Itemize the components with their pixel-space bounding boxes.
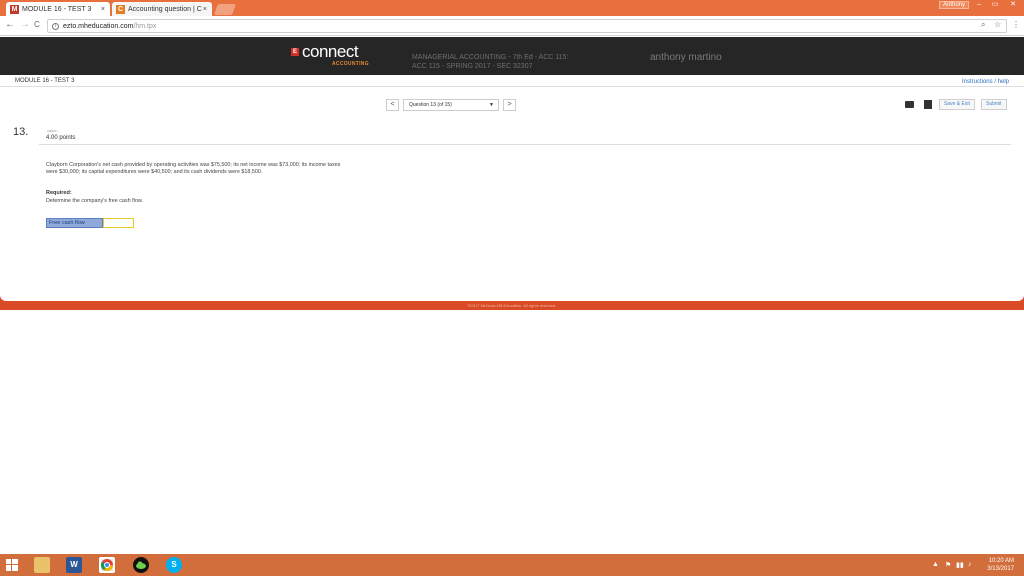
address-bar[interactable]: i ezto.mheducation.com /hm.tpx (47, 19, 1007, 33)
mcgraw-hill-logo-icon: E (291, 48, 299, 56)
assignment-card: MODULE 16 - TEST 3 Instructions / help <… (0, 75, 1024, 301)
bookmark-star-icon[interactable]: ☆ (994, 20, 1001, 29)
copyright-footer: ©2017 McGraw-Hill Education. All rights … (467, 303, 557, 308)
connect-header: E connect ACCOUNTING MANAGERIAL ACCOUNTI… (0, 37, 1024, 75)
cloud-app-icon[interactable] (133, 557, 149, 573)
save-exit-button[interactable]: Save & Exit (939, 99, 975, 110)
back-arrow-icon[interactable]: ← (5, 19, 15, 30)
instructions-help-link[interactable]: Instructions / help (962, 79, 1009, 85)
chrome-icon[interactable] (99, 557, 115, 573)
tab-title: Accounting question | C (128, 5, 202, 13)
question-number: 13. (13, 126, 29, 138)
free-cash-flow-label: Free cash flow (46, 218, 103, 228)
free-cash-flow-input[interactable] (103, 218, 134, 228)
skype-icon[interactable]: S (166, 557, 182, 573)
connect-logo-subtitle: ACCOUNTING (332, 61, 369, 67)
student-name: anthony martino (650, 52, 722, 63)
word-icon[interactable]: W (66, 557, 82, 573)
question-select[interactable]: Question 13 (of 15) ▼ (403, 99, 499, 111)
module-title: MODULE 16 - TEST 3 (15, 78, 75, 84)
tab-close-icon[interactable]: × (101, 6, 105, 13)
tab-title: MODULE 16 - TEST 3 (22, 5, 92, 13)
previous-question-button[interactable]: < (386, 99, 399, 111)
clock-time: 10:20 AM (988, 558, 1014, 564)
tray-flag-icon[interactable]: ⚑ (945, 561, 951, 569)
tab-module-test[interactable]: M MODULE 16 - TEST 3 × (6, 2, 110, 16)
submit-button[interactable]: Submit (981, 99, 1007, 110)
url-host: ezto.mheducation.com (63, 22, 134, 30)
question-text: Clayborn Corporation's net cash provided… (46, 162, 341, 175)
maximize-button[interactable]: ▭ (988, 0, 1002, 9)
course-line-2: ACC 115 - SPRING 2017 - SEC 32307 (412, 63, 533, 70)
tab-close-icon[interactable]: × (203, 6, 207, 13)
print-icon[interactable] (905, 101, 914, 108)
content-frame: MODULE 16 - TEST 3 Instructions / help <… (0, 75, 1024, 310)
forward-arrow-icon[interactable]: → (20, 19, 30, 30)
chrome-user-badge[interactable]: Anthony (939, 1, 970, 9)
required-heading: Required: (46, 190, 72, 196)
windows-start-icon[interactable] (4, 557, 20, 573)
chevron-down-icon: ▼ (489, 102, 494, 108)
question-select-value: Question 13 (of 15) (409, 102, 452, 108)
file-explorer-icon[interactable] (34, 557, 50, 573)
clock-date: 3/13/2017 (987, 566, 1014, 572)
course-info: MANAGERIAL ACCOUNTING - 7th Ed - ACC 115… (412, 53, 568, 71)
tray-expand-icon[interactable]: ▲ (932, 561, 939, 568)
question-divider (39, 144, 1011, 145)
taskbar-clock[interactable]: 10:20 AM 3/13/2017 (987, 557, 1014, 573)
required-text: Determine the company's free cash flow. (46, 198, 143, 204)
course-line-1: MANAGERIAL ACCOUNTING - 7th Ed - ACC 115… (412, 54, 569, 61)
browser-titlebar: M MODULE 16 - TEST 3 × C Accounting ques… (0, 0, 1024, 16)
connect-logo: connect (302, 42, 359, 61)
info-icon[interactable]: i (52, 22, 59, 30)
module-bar: MODULE 16 - TEST 3 Instructions / help (0, 75, 1024, 87)
tab-accounting-question[interactable]: C Accounting question | C × (112, 2, 212, 16)
close-window-button[interactable]: ✕ (1006, 0, 1020, 9)
question-value-label: value: (47, 128, 58, 133)
tray-volume-icon[interactable]: ♪ (968, 561, 972, 568)
tray-network-icon[interactable]: ▮▮ (956, 561, 964, 569)
windows-taskbar: W S ▲ ⚑ ▮▮ ♪ 10:20 AM 3/13/2017 (0, 554, 1024, 576)
calculator-icon[interactable] (924, 100, 932, 109)
chegg-favicon-icon: C (116, 4, 125, 14)
next-question-button[interactable]: > (503, 99, 516, 111)
chrome-menu-icon[interactable]: ⋮ (1012, 20, 1020, 29)
zoom-icon[interactable]: ⌕ (981, 20, 985, 30)
mcgraw-hill-favicon-icon: M (10, 4, 19, 14)
minimize-button[interactable]: – (972, 0, 986, 9)
new-tab-button[interactable] (213, 4, 237, 15)
reload-icon[interactable]: C (34, 20, 40, 29)
browser-toolbar: ← → C i ezto.mheducation.com /hm.tpx ⌕ ☆… (0, 16, 1024, 36)
question-points: 4.00 points (46, 135, 76, 141)
url-path: /hm.tpx (133, 22, 157, 30)
